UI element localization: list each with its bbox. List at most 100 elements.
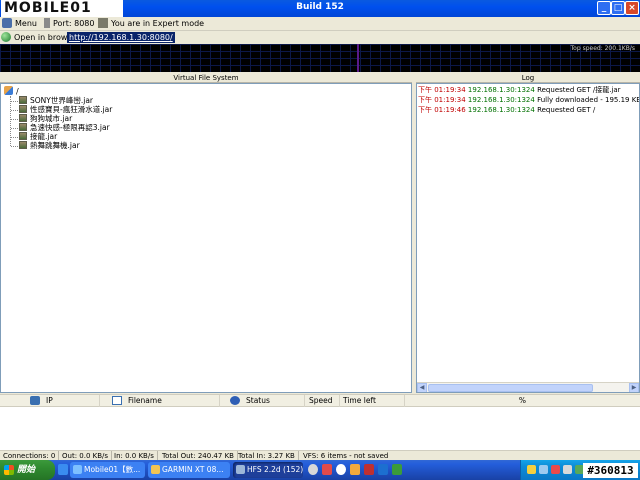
log-entry: 下午 01:19:46 192.168.1.30:1324 Requested … — [418, 106, 595, 115]
column-status[interactable]: Status — [220, 395, 305, 407]
taskbar-item[interactable]: HFS 2.2d (152) — [233, 462, 303, 478]
log-time: 下午 01:19:34 — [418, 96, 466, 104]
vfs-header: Virtual File System — [0, 73, 412, 83]
menu-label: Menu — [15, 19, 37, 28]
file-icon — [19, 96, 27, 104]
file-window-icon — [112, 396, 122, 405]
app-icon[interactable] — [308, 464, 318, 475]
browser-icon — [1, 32, 11, 42]
tray-icon[interactable] — [563, 465, 572, 474]
home-folder-icon — [4, 86, 13, 95]
log-message: Requested GET /接龍.jar — [537, 86, 621, 94]
vfs-file-name: 性感寶貝-瘋狂滑水道.jar — [30, 105, 113, 114]
window-title: Build 152 — [296, 2, 344, 12]
log-time: 下午 01:19:46 — [418, 106, 466, 114]
app-icon[interactable] — [392, 464, 402, 475]
vfs-file-name: 熱舞跳舞機.jar — [30, 141, 80, 150]
log-time: 下午 01:19:34 — [418, 86, 466, 94]
taskbar: 開始 Mobile01【數... GARMIN XT 08... HFS 2.2… — [0, 460, 640, 480]
app-icon[interactable] — [378, 464, 388, 475]
transfers-header: IP Filename Status Speed Time left % — [0, 394, 640, 407]
watermark-id-label: #360813 — [583, 463, 638, 478]
toolbar: Menu Port: 8080 You are in Expert mode — [0, 17, 640, 31]
top-speed-label: Top speed: 200.1KB/s — [570, 45, 635, 52]
log-message: Requested GET / — [537, 106, 596, 114]
tray-icon[interactable] — [539, 465, 548, 474]
file-icon — [19, 105, 27, 113]
column-time-left[interactable]: Time left — [340, 395, 405, 407]
taskbar-item-label: HFS 2.2d (152) — [247, 465, 303, 474]
log-message: Fully downloaded - 195.19 KB @ 4252 — [537, 96, 639, 104]
vfs-file-item[interactable]: 急速快感-極限再認3.jar — [11, 123, 110, 132]
log-header: Log — [416, 73, 640, 83]
tray-icon[interactable] — [527, 465, 536, 474]
vfs-root[interactable]: / — [4, 86, 19, 96]
log-horizontal-scrollbar[interactable]: ◀ ▶ — [417, 382, 639, 392]
speed-graph: Top speed: 200.1KB/s — [0, 44, 640, 72]
windows-logo-icon — [4, 465, 14, 475]
vfs-root-label: / — [16, 87, 19, 96]
vfs-panel[interactable]: / SONY世界峰巒.jar 性感寶貝-瘋狂滑水道.jar 狗狗城市.jar 急… — [0, 83, 412, 393]
log-ip: 192.168.1.30:1324 — [467, 96, 535, 104]
maximize-button[interactable]: □ — [611, 1, 625, 15]
port-label: Port: 8080 — [53, 19, 95, 28]
vfs-file-name: 急速快感-極限再認3.jar — [30, 123, 110, 132]
hfs-app-icon — [236, 465, 245, 474]
port-button[interactable]: Port: 8080 — [44, 18, 94, 30]
server-url-link[interactable]: http://192.168.1.30:8080/ — [67, 32, 175, 43]
menu-icon — [2, 18, 12, 28]
title-bar[interactable]: MOBILE01 Build 152 _ □ × — [0, 0, 640, 17]
vfs-file-item[interactable]: 性感寶貝-瘋狂滑水道.jar — [11, 105, 112, 114]
app-icon[interactable] — [350, 464, 360, 475]
column-status-label: Status — [246, 396, 270, 405]
column-filename-label: Filename — [128, 396, 162, 405]
minimize-button[interactable]: _ — [597, 1, 611, 15]
vfs-file-item[interactable]: 狗狗城市.jar — [11, 114, 72, 123]
scrollbar-thumb[interactable] — [428, 384, 593, 392]
vfs-file-name: 狗狗城市.jar — [30, 114, 73, 123]
file-icon — [19, 114, 27, 122]
app-icon[interactable] — [364, 464, 374, 475]
column-speed-label: Speed — [309, 396, 333, 405]
browser-icon — [73, 465, 82, 474]
vfs-file-item[interactable]: SONY世界峰巒.jar — [11, 96, 93, 105]
transfers-list[interactable] — [0, 407, 640, 450]
graph-marker — [357, 44, 359, 72]
column-speed[interactable]: Speed — [305, 395, 340, 407]
menu-button[interactable]: Menu — [2, 18, 37, 30]
column-ip-label: IP — [46, 396, 53, 405]
app-icon[interactable] — [322, 464, 332, 475]
app-icon[interactable] — [336, 464, 346, 475]
file-icon — [19, 132, 27, 140]
graph-grid — [0, 44, 640, 72]
taskbar-item-label: GARMIN XT 08... — [162, 465, 224, 474]
taskbar-item-label: Mobile01【數... — [84, 465, 141, 474]
log-panel[interactable]: 下午 01:19:34 192.168.1.30:1324 Requested … — [416, 83, 640, 393]
scroll-left-arrow-icon[interactable]: ◀ — [417, 383, 427, 392]
quick-launch-icon[interactable] — [58, 464, 68, 475]
start-label: 開始 — [17, 465, 36, 475]
close-button[interactable]: × — [625, 1, 639, 15]
mode-icon — [98, 18, 108, 28]
status-bar: Connections: 0 Out: 0.0 KB/s In: 0.0 KB/… — [0, 450, 640, 461]
scroll-right-arrow-icon[interactable]: ▶ — [629, 383, 639, 392]
log-ip: 192.168.1.30:1324 — [467, 86, 535, 94]
vfs-file-name: SONY世界峰巒.jar — [30, 96, 94, 105]
mode-button[interactable]: You are in Expert mode — [98, 18, 204, 30]
vfs-file-item[interactable]: 接龍.jar — [11, 132, 57, 141]
vfs-file-item[interactable]: 熱舞跳舞機.jar — [11, 141, 80, 150]
log-ip: 192.168.1.30:1324 — [467, 106, 535, 114]
column-percent[interactable]: % — [405, 395, 640, 407]
file-icon — [19, 123, 27, 131]
log-entry: 下午 01:19:34 192.168.1.30:1324 Requested … — [418, 86, 621, 95]
column-percent-label: % — [518, 396, 527, 405]
column-filename[interactable]: Filename — [100, 395, 220, 407]
port-icon — [44, 18, 50, 28]
taskbar-item[interactable]: Mobile01【數... — [70, 462, 145, 478]
column-ip[interactable]: IP — [0, 395, 100, 407]
tray-icon[interactable] — [551, 465, 560, 474]
start-button[interactable]: 開始 — [0, 460, 55, 480]
vfs-file-name: 接龍.jar — [30, 132, 58, 141]
info-icon — [230, 396, 240, 405]
taskbar-item[interactable]: GARMIN XT 08... — [148, 462, 230, 478]
